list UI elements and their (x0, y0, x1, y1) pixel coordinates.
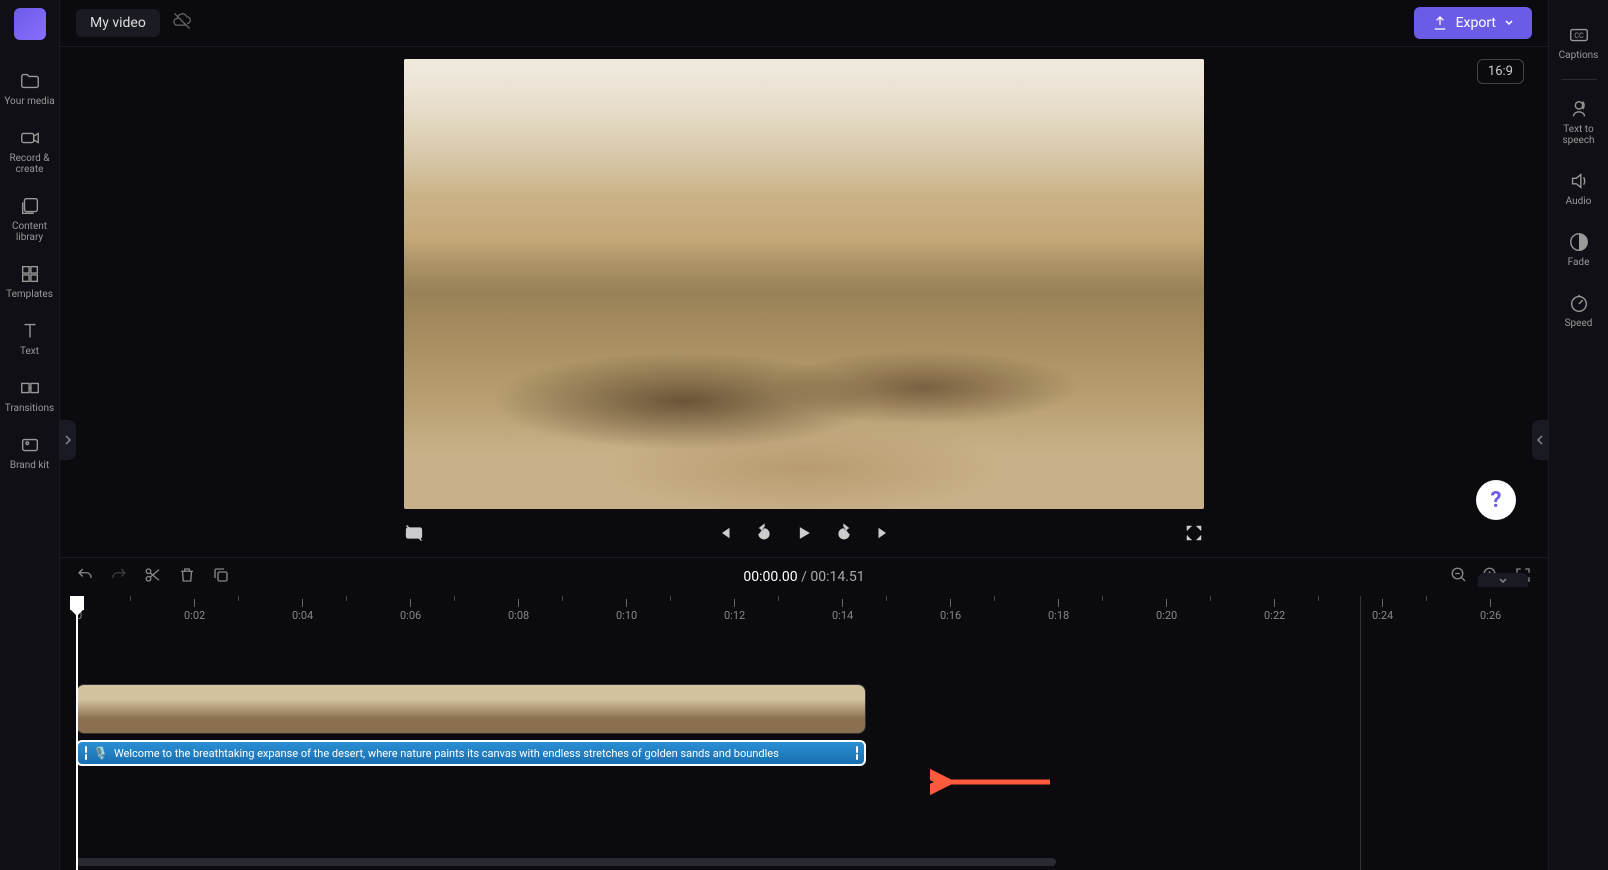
delete-button[interactable] (178, 566, 196, 588)
audio-clip-label: Welcome to the breathtaking expanse of t… (114, 747, 849, 760)
redo-button[interactable] (110, 566, 128, 588)
sidebar-label: Speed (1565, 318, 1593, 329)
skip-to-start-button[interactable] (716, 524, 734, 542)
ruler-tick: 0:14 (832, 599, 853, 622)
sidebar-label: Fade (1568, 257, 1590, 268)
sidebar-label: Text (20, 346, 39, 357)
templates-icon (19, 263, 41, 285)
timeline-area[interactable]: 00:020:040:060:080:100:120:140:160:180:2… (60, 596, 1548, 870)
timeline-tracks: 🎙️ Welcome to the breathtaking expanse o… (60, 624, 1548, 766)
export-label: Export (1456, 15, 1496, 31)
ruler-tick: 0:06 (400, 599, 421, 622)
split-button[interactable] (144, 566, 162, 588)
top-bar: My video Export (60, 0, 1548, 47)
sidebar-item-transitions[interactable]: Transitions (2, 367, 58, 424)
sidebar-label: Text to speech (1553, 124, 1605, 146)
video-clip[interactable] (76, 684, 866, 734)
sidebar-item-your-media[interactable]: Your media (2, 60, 58, 117)
play-button[interactable] (794, 523, 814, 543)
sidebar-item-text-to-speech[interactable]: Text to speech (1551, 86, 1607, 158)
skip-to-end-button[interactable] (874, 524, 892, 542)
ruler-tick: 0:04 (292, 599, 313, 622)
preview-area: 16:9 (60, 47, 1548, 557)
right-sidebar: CC Captions Text to speech Audio Fade (1548, 0, 1608, 870)
sidebar-item-audio[interactable]: Audio (1551, 158, 1607, 219)
video-preview-canvas[interactable] (404, 59, 1204, 509)
sidebar-label: Brand kit (10, 460, 49, 471)
ruler-tick: 0:20 (1156, 599, 1177, 622)
captions-toggle-icon[interactable] (404, 523, 424, 543)
fade-icon (1568, 231, 1590, 253)
camera-icon (19, 127, 41, 149)
seek-forward-button[interactable] (834, 523, 854, 543)
ruler-tick: 0:18 (1048, 599, 1069, 622)
sidebar-item-text[interactable]: Text (2, 310, 58, 367)
audio-clip-tts[interactable]: 🎙️ Welcome to the breathtaking expanse o… (76, 740, 866, 766)
cloud-sync-off-icon[interactable] (172, 11, 192, 35)
duplicate-button[interactable] (212, 566, 230, 588)
ruler-tick: 0:02 (184, 599, 205, 622)
ruler-tick: 0:22 (1264, 599, 1285, 622)
total-time: 00:14.51 (810, 569, 864, 585)
annotation-arrow (930, 762, 1060, 802)
scrollbar-thumb[interactable] (76, 858, 1056, 866)
seek-back-button[interactable] (754, 523, 774, 543)
timeline-horizontal-scrollbar[interactable] (76, 858, 1532, 866)
aspect-ratio-selector[interactable]: 16:9 (1477, 59, 1524, 84)
undo-button[interactable] (76, 566, 94, 588)
zoom-out-button[interactable] (1450, 566, 1468, 588)
text-to-speech-icon (1568, 98, 1590, 120)
captions-icon: CC (1568, 24, 1590, 46)
timeline-ruler[interactable]: 00:020:040:060:080:100:120:140:160:180:2… (60, 596, 1548, 624)
project-title-input[interactable]: My video (76, 9, 160, 37)
folder-icon (19, 70, 41, 92)
brand-icon (19, 434, 41, 456)
sidebar-label: Templates (6, 289, 53, 300)
transitions-icon (19, 377, 41, 399)
microphone-icon: 🎙️ (93, 746, 108, 760)
sidebar-item-fade[interactable]: Fade (1551, 219, 1607, 280)
sidebar-item-content-library[interactable]: Content library (2, 185, 58, 253)
ruler-tick: 0:10 (616, 599, 637, 622)
ruler-tick: 0:12 (724, 599, 745, 622)
sidebar-item-record-create[interactable]: Record & create (2, 117, 58, 185)
sidebar-label: Audio (1566, 196, 1592, 207)
clip-trim-handle-left[interactable] (84, 746, 87, 760)
clip-trim-handle-right[interactable] (855, 746, 858, 760)
ruler-tick: 0:08 (508, 599, 529, 622)
export-button[interactable]: Export (1414, 7, 1532, 39)
help-button[interactable]: ? (1476, 480, 1516, 520)
left-sidebar: Your media Record & create Content libra… (0, 0, 60, 870)
expand-right-panel-handle[interactable] (1532, 420, 1548, 460)
ruler-tick: 0:24 (1372, 599, 1393, 622)
sidebar-label: Your media (4, 96, 54, 107)
playhead[interactable] (76, 596, 78, 870)
player-controls (404, 509, 1204, 557)
help-icon: ? (1491, 488, 1502, 513)
sidebar-label: Record & create (4, 153, 56, 175)
text-icon (19, 320, 41, 342)
speed-icon (1568, 292, 1590, 314)
sidebar-item-speed[interactable]: Speed (1551, 280, 1607, 341)
ruler-tick: 0:26 (1480, 599, 1501, 622)
sidebar-item-brand-kit[interactable]: Brand kit (2, 424, 58, 481)
sidebar-item-templates[interactable]: Templates (2, 253, 58, 310)
timeline-toolbar: 00:00.00 / 00:14.51 (60, 557, 1548, 596)
audio-icon (1568, 170, 1590, 192)
fullscreen-button[interactable] (1184, 523, 1204, 543)
sidebar-label: Transitions (5, 403, 54, 414)
collapse-preview-handle[interactable] (1478, 573, 1528, 587)
svg-text:CC: CC (1574, 31, 1584, 40)
sidebar-item-captions[interactable]: CC Captions (1551, 12, 1607, 73)
sidebar-label: Content library (4, 221, 56, 243)
app-logo[interactable] (14, 8, 46, 40)
main-area: My video Export 16:9 (60, 0, 1548, 870)
current-time: 00:00.00 (743, 569, 797, 585)
ruler-tick: 0:16 (940, 599, 961, 622)
library-icon (19, 195, 41, 217)
sidebar-label: Captions (1559, 50, 1599, 61)
time-display: 00:00.00 / 00:14.51 (743, 569, 864, 585)
